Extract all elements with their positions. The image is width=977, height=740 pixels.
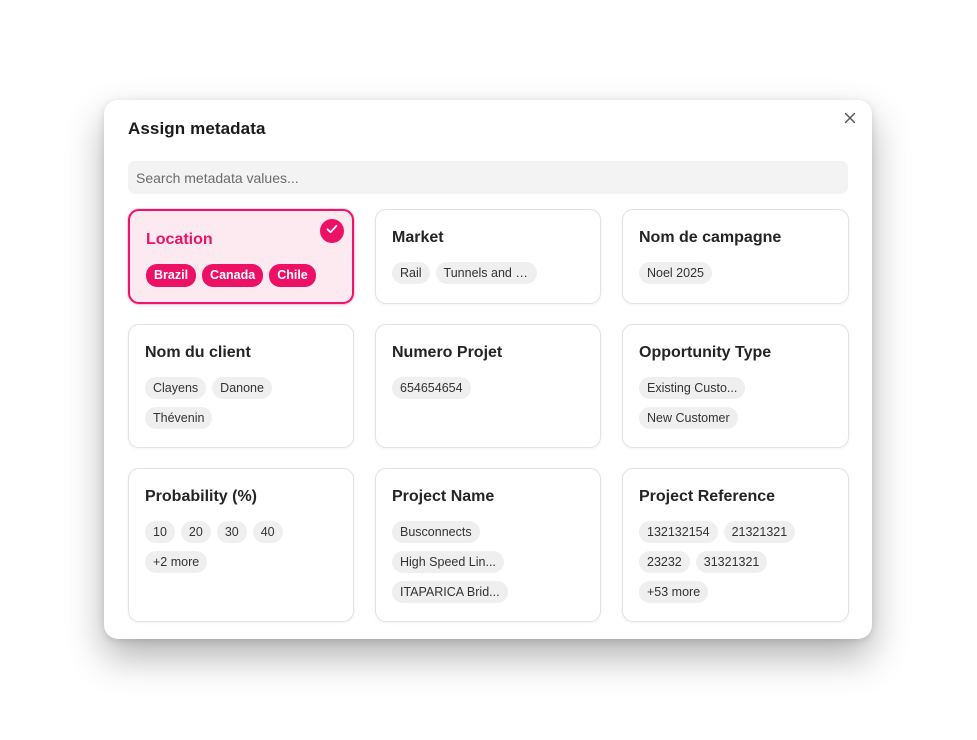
value-chip[interactable]: Existing Custo... <box>639 377 746 399</box>
card-title: Project Name <box>392 488 495 505</box>
metadata-card-nom-de-campagne[interactable]: Nom de campagne Noel 2025 <box>622 209 849 304</box>
search-input[interactable] <box>128 161 848 194</box>
more-values-chip[interactable]: +53 more <box>639 581 709 603</box>
value-chip[interactable]: High Speed Lin... <box>392 551 504 573</box>
value-chip[interactable]: 132132154 <box>639 521 718 543</box>
card-title: Location <box>146 231 213 248</box>
value-chip-list: Busconnects High Speed Lin... ITAPARICA … <box>392 521 585 603</box>
card-title: Project Reference <box>639 488 776 505</box>
value-chip[interactable]: Brazil <box>146 264 197 287</box>
check-icon <box>325 222 339 241</box>
metadata-card-market[interactable]: Market Rail Tunnels and Bri... <box>375 209 601 304</box>
value-chip[interactable]: 654654654 <box>392 377 471 399</box>
value-chip[interactable]: 30 <box>216 521 247 543</box>
value-chip[interactable]: 31321321 <box>695 551 768 573</box>
value-chip-list: 654654654 <box>392 377 585 399</box>
value-chip-list: Noel 2025 <box>639 262 833 284</box>
value-chip[interactable]: New Customer <box>639 407 738 429</box>
value-chip-list: 10 20 30 40 +2 more <box>145 521 338 573</box>
card-title: Probability (%) <box>145 488 258 505</box>
more-values-chip[interactable]: +2 more <box>145 551 208 573</box>
search-field[interactable] <box>128 161 848 194</box>
metadata-card-project-reference[interactable]: Project Reference 132132154 21321321 232… <box>622 468 849 622</box>
value-chip[interactable]: Busconnects <box>392 521 480 543</box>
card-title: Nom de campagne <box>639 229 782 246</box>
card-title: Market <box>392 229 444 246</box>
metadata-card-grid: Location Brazil Canada Chile Market Rail… <box>128 209 849 622</box>
value-chip[interactable]: ITAPARICA Brid... <box>392 581 508 603</box>
card-title: Numero Projet <box>392 344 503 361</box>
value-chip-list: Clayens Danone Thévenin <box>145 377 338 429</box>
value-chip[interactable]: Chile <box>269 264 316 287</box>
card-title: Nom du client <box>145 344 251 361</box>
close-button[interactable] <box>840 110 860 130</box>
value-chip[interactable]: Clayens <box>145 377 207 399</box>
close-icon <box>844 111 856 129</box>
metadata-card-numero-projet[interactable]: Numero Projet 654654654 <box>375 324 601 448</box>
metadata-card-location[interactable]: Location Brazil Canada Chile <box>128 209 354 304</box>
value-chip[interactable]: 23232 <box>639 551 690 573</box>
value-chip[interactable]: Rail <box>392 262 430 284</box>
card-title: Opportunity Type <box>639 344 772 361</box>
selected-check-badge <box>320 219 344 243</box>
metadata-card-probability[interactable]: Probability (%) 10 20 30 40 +2 more <box>128 468 354 622</box>
value-chip-list: Rail Tunnels and Bri... <box>392 262 585 284</box>
dialog-title: Assign metadata <box>128 119 266 138</box>
value-chip[interactable]: 21321321 <box>723 521 796 543</box>
value-chip-list: Brazil Canada Chile <box>146 264 337 287</box>
metadata-card-opportunity-type[interactable]: Opportunity Type Existing Custo... New C… <box>622 324 849 448</box>
metadata-card-project-name[interactable]: Project Name Busconnects High Speed Lin.… <box>375 468 601 622</box>
metadata-card-nom-du-client[interactable]: Nom du client Clayens Danone Thévenin <box>128 324 354 448</box>
value-chip[interactable]: 20 <box>180 521 211 543</box>
value-chip[interactable]: Tunnels and Bri... <box>435 262 537 284</box>
value-chip[interactable]: 10 <box>145 521 175 543</box>
value-chip-list: Existing Custo... New Customer <box>639 377 833 429</box>
value-chip[interactable]: 40 <box>252 521 283 543</box>
value-chip[interactable]: Noel 2025 <box>639 262 712 284</box>
value-chip[interactable]: Canada <box>202 264 264 287</box>
value-chip-list: 132132154 21321321 23232 31321321 +53 mo… <box>639 521 833 603</box>
value-chip[interactable]: Danone <box>212 377 272 399</box>
value-chip[interactable]: Thévenin <box>145 407 213 429</box>
assign-metadata-dialog: Assign metadata Location Brazil Canad <box>104 100 872 639</box>
